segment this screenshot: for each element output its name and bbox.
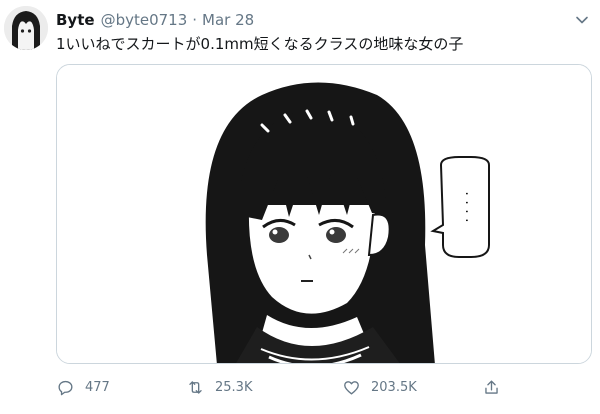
chevron-down-icon[interactable] — [574, 12, 590, 28]
tweet[interactable]: Byte @byte0713 · Mar 28 1いいねでスカートが0.1mm短… — [0, 0, 600, 414]
reply-button[interactable]: 477 — [56, 374, 110, 400]
share-icon — [485, 379, 498, 394]
avatar[interactable] — [4, 6, 48, 50]
retweet-icon — [189, 380, 202, 394]
tweet-media[interactable]: . . . . — [56, 64, 592, 364]
share-button[interactable] — [482, 374, 511, 400]
manga-illustration: . . . . — [57, 65, 591, 363]
tweet-text: 1いいねでスカートが0.1mm短くなるクラスの地味な女の子 — [56, 35, 464, 53]
retweet-count: 25.3K — [215, 379, 253, 395]
user-handle[interactable]: @byte0713 — [101, 11, 188, 29]
like-button[interactable]: 203.5K — [342, 374, 417, 400]
tweet-header: Byte @byte0713 · Mar 28 — [56, 9, 560, 31]
retweet-button[interactable]: 25.3K — [186, 374, 252, 400]
separator-dot: · — [192, 11, 198, 29]
avatar-image — [4, 6, 48, 50]
comment-icon — [58, 380, 73, 395]
display-name[interactable]: Byte — [56, 11, 95, 29]
reply-count: 477 — [85, 379, 110, 395]
heart-icon — [344, 380, 359, 395]
speech-bubble-text: . . . . — [462, 191, 478, 222]
tweet-date[interactable]: Mar 28 — [202, 11, 254, 29]
like-count: 203.5K — [371, 379, 417, 395]
tweet-actions: 477 25.3K 203.5K — [56, 374, 596, 400]
